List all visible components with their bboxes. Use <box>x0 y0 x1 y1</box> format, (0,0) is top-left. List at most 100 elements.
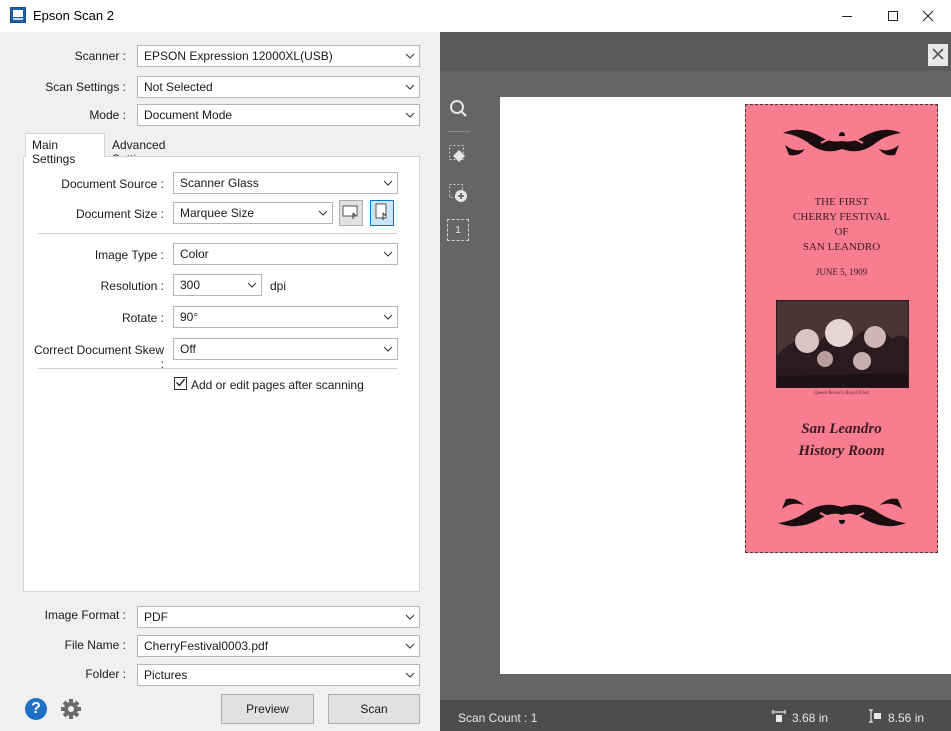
tool-divider <box>448 131 470 132</box>
window-title: Epson Scan 2 <box>33 8 114 23</box>
scan-settings-label: Scan Settings : <box>45 80 126 94</box>
chevron-down-icon <box>314 203 332 223</box>
scan-settings-select[interactable]: Not Selected <box>137 76 420 98</box>
add-pages-label[interactable]: Add or edit pages after scanning <box>191 378 364 392</box>
doc-photo-caption: Queen Bessie's Royal Float <box>813 391 870 396</box>
scan-height: 8.56 in <box>888 711 925 725</box>
document-size-label: Document Size : <box>75 207 164 221</box>
scan-count: Scan Count : 1 <box>458 711 538 725</box>
add-marquee-icon <box>448 183 468 206</box>
doc-title-line-4: SAN LEANDRO <box>802 241 881 253</box>
add-pages-checkbox[interactable] <box>174 377 187 390</box>
tab-advanced-settings[interactable]: Advanced Settings <box>106 134 210 166</box>
chevron-down-icon <box>379 173 397 193</box>
resolution-value: 300 <box>180 278 201 292</box>
height-icon <box>868 709 882 726</box>
float-photo <box>776 300 909 388</box>
image-format-label: Image Format : <box>44 608 126 622</box>
folder-select[interactable]: Pictures <box>137 664 420 686</box>
scan-settings-value: Not Selected <box>144 80 213 94</box>
file-name-select[interactable]: CherryFestival0003.pdf <box>137 635 420 657</box>
doc-date: JUNE 5, 1909 <box>815 267 868 277</box>
close-icon <box>931 47 945 64</box>
skew-select[interactable]: Off <box>173 338 398 360</box>
checkmark-icon <box>175 377 186 391</box>
chevron-down-icon <box>401 46 419 66</box>
chevron-down-icon <box>243 275 261 295</box>
preview-header <box>440 32 951 71</box>
portrait-size-button[interactable] <box>370 200 394 226</box>
chevron-down-icon <box>379 339 397 359</box>
chevron-down-icon <box>401 636 419 656</box>
rotate-label: Rotate : <box>121 311 164 325</box>
folder-value: Pictures <box>144 668 188 682</box>
divider <box>38 233 397 234</box>
file-name-value: CherryFestival0003.pdf <box>144 639 269 653</box>
help-glyph: ? <box>31 700 41 717</box>
doc-title-line-1: THE FIRST <box>814 196 869 208</box>
scanned-document-marquee[interactable]: THE FIRST CHERRY FESTIVAL OF SAN LEANDRO… <box>745 104 938 553</box>
scan-button[interactable]: Scan <box>328 694 420 724</box>
doc-title-line-2: CHERRY FESTIVAL <box>793 211 890 223</box>
document-source-select[interactable]: Scanner Glass <box>173 172 398 194</box>
landscape-size-button[interactable] <box>339 200 363 226</box>
image-format-value: PDF <box>144 610 168 624</box>
tab-main-settings[interactable]: Main Settings <box>25 133 105 166</box>
top-ornament-icon <box>781 123 903 166</box>
bottom-ornament-icon <box>776 495 908 536</box>
rotate-select[interactable]: 90° <box>173 306 398 328</box>
close-window-button[interactable] <box>905 0 951 32</box>
skew-value: Off <box>180 342 196 356</box>
close-preview-button[interactable] <box>928 44 948 66</box>
scanner-value: EPSON Expression 12000XL(USB) <box>144 49 333 63</box>
document-size-value: Marquee Size <box>180 206 255 220</box>
image-format-select[interactable]: PDF <box>137 606 420 628</box>
chevron-down-icon <box>401 77 419 97</box>
file-name-label: File Name : <box>64 638 126 652</box>
image-type-label: Image Type : <box>94 248 164 262</box>
mode-select[interactable]: Document Mode <box>137 104 420 126</box>
eraser-icon <box>448 144 468 167</box>
chevron-down-icon <box>379 244 397 264</box>
document-source-label: Document Source : <box>61 177 164 191</box>
portrait-document-icon <box>374 203 390 224</box>
divider <box>38 368 397 369</box>
landscape-document-icon <box>342 204 360 223</box>
page-number-tool[interactable]: 1 <box>447 219 469 241</box>
resolution-label: Resolution : <box>100 279 164 293</box>
rotate-value: 90° <box>180 310 199 324</box>
folder-label: Folder : <box>85 667 126 681</box>
chevron-down-icon <box>401 607 419 627</box>
help-icon[interactable]: ? <box>25 698 47 720</box>
scanner-select[interactable]: EPSON Expression 12000XL(USB) <box>137 45 420 67</box>
chevron-down-icon <box>401 665 419 685</box>
resolution-select[interactable]: 300 <box>173 274 262 296</box>
magnifier-icon <box>448 98 468 121</box>
scanner-label: Scanner : <box>74 49 126 63</box>
doc-footer-line-1: San Leandro <box>801 421 882 437</box>
erase-marquee-tool[interactable] <box>447 144 469 166</box>
document-source-value: Scanner Glass <box>180 176 259 190</box>
minimize-button[interactable] <box>824 0 870 32</box>
image-type-select[interactable]: Color <box>173 243 398 265</box>
skew-label: Correct Document Skew : <box>33 343 164 371</box>
add-marquee-tool[interactable] <box>447 183 469 205</box>
status-bar: Scan Count : 1 3.68 in 8.56 in <box>440 700 951 731</box>
chevron-down-icon <box>401 105 419 125</box>
preview-button[interactable]: Preview <box>221 694 314 724</box>
doc-footer-line-2: History Room <box>798 443 885 459</box>
title-bar: Epson Scan 2 <box>0 0 951 32</box>
image-type-value: Color <box>180 247 209 261</box>
chevron-down-icon <box>379 307 397 327</box>
mode-label: Mode : <box>89 108 126 122</box>
scan-width: 3.68 in <box>792 711 829 725</box>
doc-title-line-3: OF <box>834 226 849 238</box>
zoom-tool[interactable] <box>447 98 469 120</box>
epson-scan-app-icon <box>10 7 26 23</box>
document-size-select[interactable]: Marquee Size <box>173 202 333 224</box>
mode-value: Document Mode <box>144 108 233 122</box>
width-icon <box>772 709 786 726</box>
page-number-icon: 1 <box>455 224 461 236</box>
resolution-unit: dpi <box>270 279 287 293</box>
gear-icon[interactable] <box>60 698 82 720</box>
